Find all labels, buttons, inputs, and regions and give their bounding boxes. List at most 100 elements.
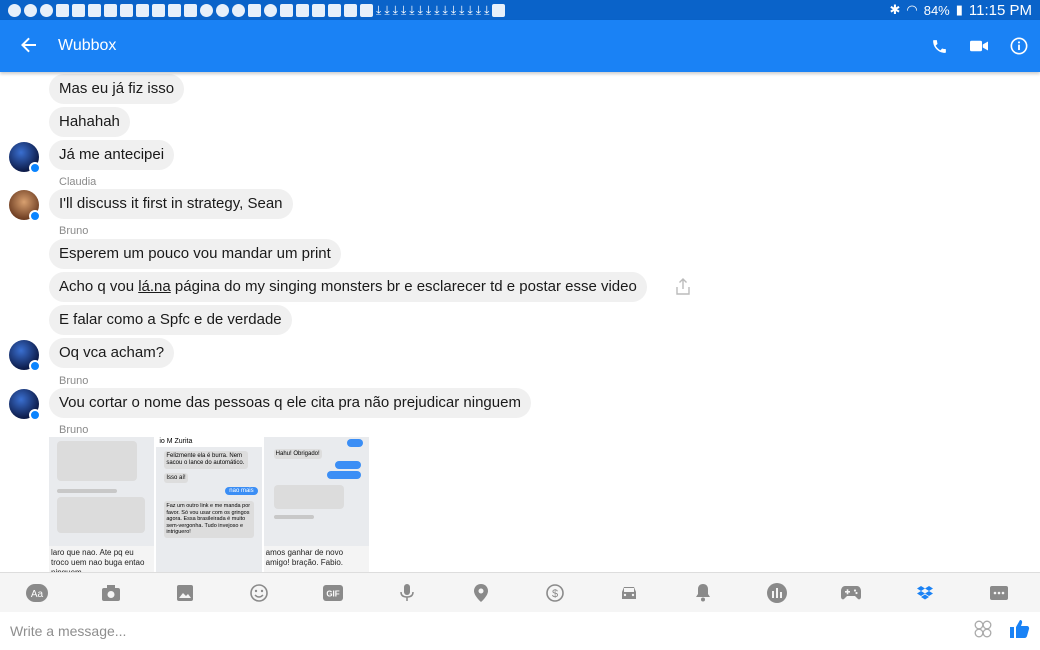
download-icon: ⤓ <box>392 3 398 17</box>
gallery-button[interactable] <box>148 584 222 601</box>
notification-icon <box>232 3 245 17</box>
battery-level: 84% <box>923 2 950 18</box>
camera-icon <box>102 584 120 601</box>
image-header: io M Zurita <box>156 437 262 447</box>
download-icon: ⤓ <box>442 3 448 17</box>
message-bubble[interactable]: Acho q vou lá.na página do my singing mo… <box>49 272 647 302</box>
message-bubble[interactable]: Já me antecipei <box>49 140 175 170</box>
game-icon <box>841 585 861 599</box>
ride-button[interactable] <box>592 586 666 600</box>
like-button[interactable] <box>1010 619 1030 644</box>
messenger-badge-icon <box>29 409 41 421</box>
dropbox-icon <box>917 585 933 599</box>
image-text: Faz um outro link e me manda por favor. … <box>164 501 255 538</box>
svg-text:$: $ <box>552 588 558 600</box>
message-list[interactable]: Mas eu já fiz isso Hahahah Já me antecip… <box>0 72 1040 572</box>
download-icon: ⤓ <box>475 3 482 17</box>
message-link[interactable]: lá.na <box>138 278 171 295</box>
notification-icon <box>40 3 53 17</box>
download-icon: ⤓ <box>376 3 382 17</box>
share-icon[interactable] <box>674 278 692 296</box>
thumbs-up-icon <box>1010 619 1030 638</box>
screenshot-thumbnail[interactable]: laro que nao. Ate pq eu troco uem nao bu… <box>49 437 155 572</box>
twitter-icon <box>120 3 133 17</box>
composer-toolbar: Aa GIF $ <box>0 572 1040 612</box>
mail-icon <box>152 3 165 17</box>
twitter-icon <box>104 3 117 17</box>
poll-icon <box>767 582 787 603</box>
composer <box>0 612 1040 650</box>
gif-icon: GIF <box>323 584 343 601</box>
notification-icon <box>200 3 213 17</box>
wifi-icon: ◠ <box>906 2 918 17</box>
message-input[interactable] <box>0 612 974 650</box>
notification-icon <box>24 3 37 17</box>
message-bubble[interactable]: Hahahah <box>49 107 130 137</box>
poll-button[interactable] <box>740 582 814 603</box>
twitter-icon <box>296 3 309 17</box>
avatar[interactable] <box>9 340 41 372</box>
dropbox-button[interactable] <box>888 585 962 600</box>
emoji-button[interactable] <box>222 583 296 602</box>
image-icon <box>184 3 197 17</box>
more-button[interactable] <box>962 585 1036 600</box>
status-bar: ⤓ ⤓ ⤓ ⤓ ⤓ ⤓ ⤓ ⤓ ⤓ ⤓ ⤓ ⤓ ⤓ ⤓ ✱ ◠ 84% ▮ 11… <box>0 0 1040 20</box>
payment-icon: $ <box>546 583 564 602</box>
games-button[interactable] <box>814 585 888 600</box>
message-bubble[interactable]: Oq vca acham? <box>49 338 175 368</box>
news-icon <box>248 3 261 17</box>
voice-button[interactable] <box>370 583 444 602</box>
image-attachments[interactable]: laro que nao. Ate pq eu troco uem nao bu… <box>49 437 369 572</box>
avatar[interactable] <box>9 389 41 421</box>
video-call-button[interactable] <box>970 37 988 55</box>
sender-name: Claudia <box>59 176 97 188</box>
reminder-button[interactable] <box>666 583 740 602</box>
message-bubble[interactable]: Vou cortar o nome das pessoas q ele cita… <box>49 388 531 418</box>
download-icon: ⤓ <box>484 3 490 17</box>
messenger-badge-icon <box>29 360 41 372</box>
notification-icon <box>344 3 357 17</box>
message-bubble[interactable]: Mas eu já fiz isso <box>49 74 185 104</box>
gif-button[interactable]: GIF <box>296 584 370 601</box>
download-icon: ⤓ <box>425 3 432 17</box>
payment-button[interactable]: $ <box>518 583 592 602</box>
call-button[interactable] <box>930 37 948 55</box>
svg-text:Aa: Aa <box>31 589 44 600</box>
car-icon <box>622 586 636 599</box>
screenshot-thumbnail[interactable]: io M Zurita Felizmente ela é burra. Nem … <box>156 437 262 572</box>
notification-icon <box>216 3 229 17</box>
notification-icon <box>8 3 21 17</box>
messenger-badge-icon <box>29 162 41 174</box>
video-camera-icon <box>970 40 988 52</box>
sticker-button[interactable] <box>974 620 992 643</box>
phone-icon <box>932 39 946 53</box>
sender-name: Bruno <box>59 225 89 237</box>
notification-icon <box>280 3 293 17</box>
camera-button[interactable] <box>74 584 148 601</box>
notification-icon <box>56 3 69 17</box>
screenshot-thumbnail[interactable]: Hahu! Obrigado! amos ganhar de novo amig… <box>263 437 369 572</box>
avatar[interactable] <box>9 190 41 222</box>
text-button[interactable]: Aa <box>0 583 74 602</box>
notification-icons: ⤓ ⤓ ⤓ ⤓ ⤓ ⤓ ⤓ ⤓ ⤓ ⤓ ⤓ ⤓ ⤓ ⤓ <box>8 3 889 17</box>
message-bubble[interactable]: E falar como a Spfc e de verdade <box>49 305 292 335</box>
back-button[interactable] <box>0 33 58 59</box>
download-icon: ⤓ <box>400 3 407 17</box>
notification-icon <box>312 3 325 17</box>
gallery-icon <box>177 584 193 601</box>
notification-icon <box>168 3 181 17</box>
download-icon: ⤓ <box>434 3 440 17</box>
image-caption: laro que nao. Ate pq eu troco uem nao bu… <box>49 546 155 572</box>
location-button[interactable] <box>444 583 518 602</box>
location-icon <box>474 583 488 602</box>
sender-name: Bruno <box>59 375 89 387</box>
info-button[interactable] <box>1010 37 1028 55</box>
message-bubble[interactable]: Esperem um pouco vou mandar um print <box>49 239 341 269</box>
download-icon: ⤓ <box>467 3 473 17</box>
image-text: Felizmente ela é burra. Nem sacou o lanc… <box>164 451 249 469</box>
avatar[interactable] <box>9 142 41 174</box>
conversation-title: Wubbox <box>58 37 117 54</box>
message-bubble[interactable]: I'll discuss it first in strategy, Sean <box>49 189 293 219</box>
video-icon <box>492 3 506 17</box>
sticker-icon <box>974 620 992 637</box>
